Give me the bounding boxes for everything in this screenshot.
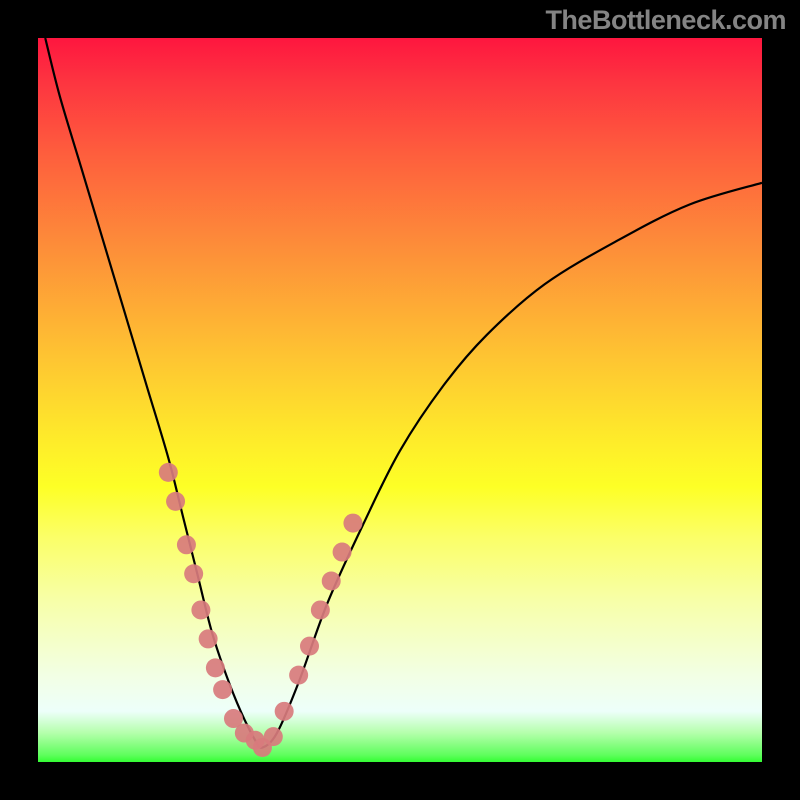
chart-plot-area (38, 38, 762, 762)
watermark-text: TheBottleneck.com (545, 5, 786, 36)
curve-line (45, 38, 762, 748)
data-markers (159, 463, 363, 757)
chart-svg (38, 38, 762, 762)
